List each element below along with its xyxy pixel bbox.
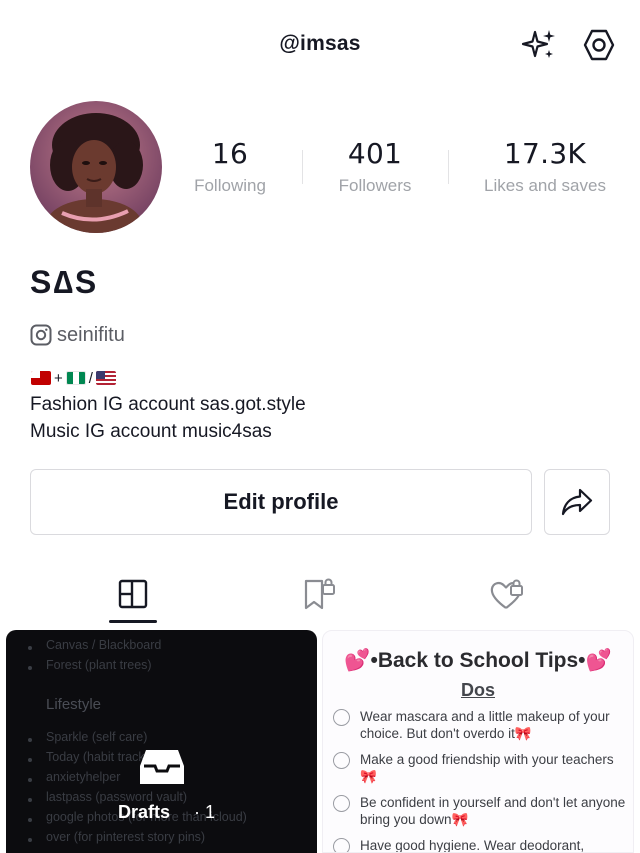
sparkle-button[interactable] [520, 26, 558, 64]
top-bar: @imsas [0, 0, 640, 90]
instagram-link[interactable]: seinifitu [30, 322, 125, 348]
inbox-tray-icon [139, 750, 184, 784]
pink-hearts-icon: 💕 [344, 649, 371, 672]
post-title: 💕•Back to School Tips•💕 [323, 649, 633, 673]
drafts-count: · 1 [194, 802, 216, 822]
drafts-icon-wrap [6, 746, 317, 793]
checkbox-circle-icon [333, 838, 350, 852]
followers-count: 401 [347, 137, 403, 170]
usa-flag-icon [95, 371, 116, 385]
bow-icon: 🎀 [514, 726, 532, 741]
nigeria-flag-icon [65, 371, 86, 385]
following-count: 16 [211, 137, 249, 170]
avatar[interactable] [30, 101, 162, 233]
grid-icon [118, 579, 148, 609]
bg-bullet [28, 818, 32, 822]
checklist-text: Wear mascara and a little makeup of your… [360, 709, 610, 741]
bio-line: Music IG account music4sas [30, 421, 272, 442]
share-arrow-icon [561, 488, 593, 516]
checklist-item: Be confident in yourself and don't let a… [333, 794, 629, 828]
display-name: S∆S [30, 264, 99, 300]
checkbox-circle-icon [333, 795, 350, 812]
checklist-item: Wear mascara and a little makeup of your… [333, 708, 629, 742]
checklist-item: Make a good friendship with your teacher… [333, 751, 629, 785]
sparkle-icon [521, 30, 555, 58]
drafts-label: Drafts [118, 802, 171, 822]
tab-liked[interactable] [485, 572, 529, 616]
tab-saved[interactable] [298, 572, 342, 616]
bow-icon: 🎀 [451, 812, 469, 827]
hexagon-settings-icon [583, 29, 615, 61]
drafts-bg-text: Forest (plant trees) [46, 658, 152, 672]
instagram-icon [30, 324, 52, 346]
stat-followers[interactable]: 401 Followers [322, 137, 428, 196]
post-tile[interactable]: 💕•Back to School Tips•💕 Dos Wear mascara… [322, 630, 634, 853]
bg-bullet [28, 646, 32, 650]
bg-bullet [28, 798, 32, 802]
followers-label: Followers [338, 176, 412, 195]
stat-likes-saves[interactable]: 17.3K Likes and saves [470, 137, 620, 196]
checklist-text: Have good hygiene. Wear deodorant, [360, 838, 585, 853]
bg-bullet [28, 738, 32, 742]
pink-hearts-icon: 💕 [585, 649, 612, 672]
drafts-bg-text: Canvas / Blackboard [46, 638, 162, 652]
bg-bullet [28, 838, 32, 842]
avatar-portrait [46, 113, 143, 233]
tab-posts[interactable] [111, 572, 155, 616]
flag-slash: / [88, 369, 93, 387]
post-subtitle: Dos [460, 680, 495, 700]
edit-profile-button[interactable]: Edit profile [30, 469, 532, 535]
checkbox-circle-icon [333, 752, 350, 769]
likes-count: 17.3K [503, 137, 587, 170]
likes-label: Likes and saves [484, 176, 606, 195]
instagram-handle: seinifitu [57, 323, 125, 346]
bio-line: Fashion IG account sas.got.style [30, 394, 306, 415]
checklist-text: Be confident in yourself and don't let a… [360, 795, 626, 827]
post-title-text: •Back to School Tips• [370, 649, 586, 672]
drafts-bg-heading: Lifestyle [46, 696, 102, 713]
stat-following[interactable]: 16 Following [180, 137, 280, 196]
drafts-tile[interactable]: Canvas / Blackboard Forest (plant trees)… [6, 630, 317, 853]
bio-flags: + / [31, 369, 116, 387]
settings-button[interactable] [579, 25, 619, 65]
tonga-flag-icon [31, 371, 51, 385]
checklist-text: Make a good friendship with your teacher… [360, 752, 614, 767]
saved-lock-icon [304, 578, 335, 610]
bg-bullet [28, 666, 32, 670]
stat-divider [448, 150, 449, 184]
flag-plus: + [54, 369, 63, 387]
following-label: Following [194, 176, 266, 195]
drafts-bg-text: over (for pinterest story pins) [46, 830, 206, 844]
active-tab-indicator [109, 620, 157, 623]
checklist-item: Have good hygiene. Wear deodorant, [333, 837, 629, 853]
bow-icon: 🎀 [360, 769, 377, 784]
drafts-bg-text: Sparkle (self care) [46, 730, 148, 744]
stat-divider [302, 150, 303, 184]
liked-lock-icon [490, 579, 523, 609]
checkbox-circle-icon [333, 709, 350, 726]
share-profile-button[interactable] [544, 469, 610, 535]
